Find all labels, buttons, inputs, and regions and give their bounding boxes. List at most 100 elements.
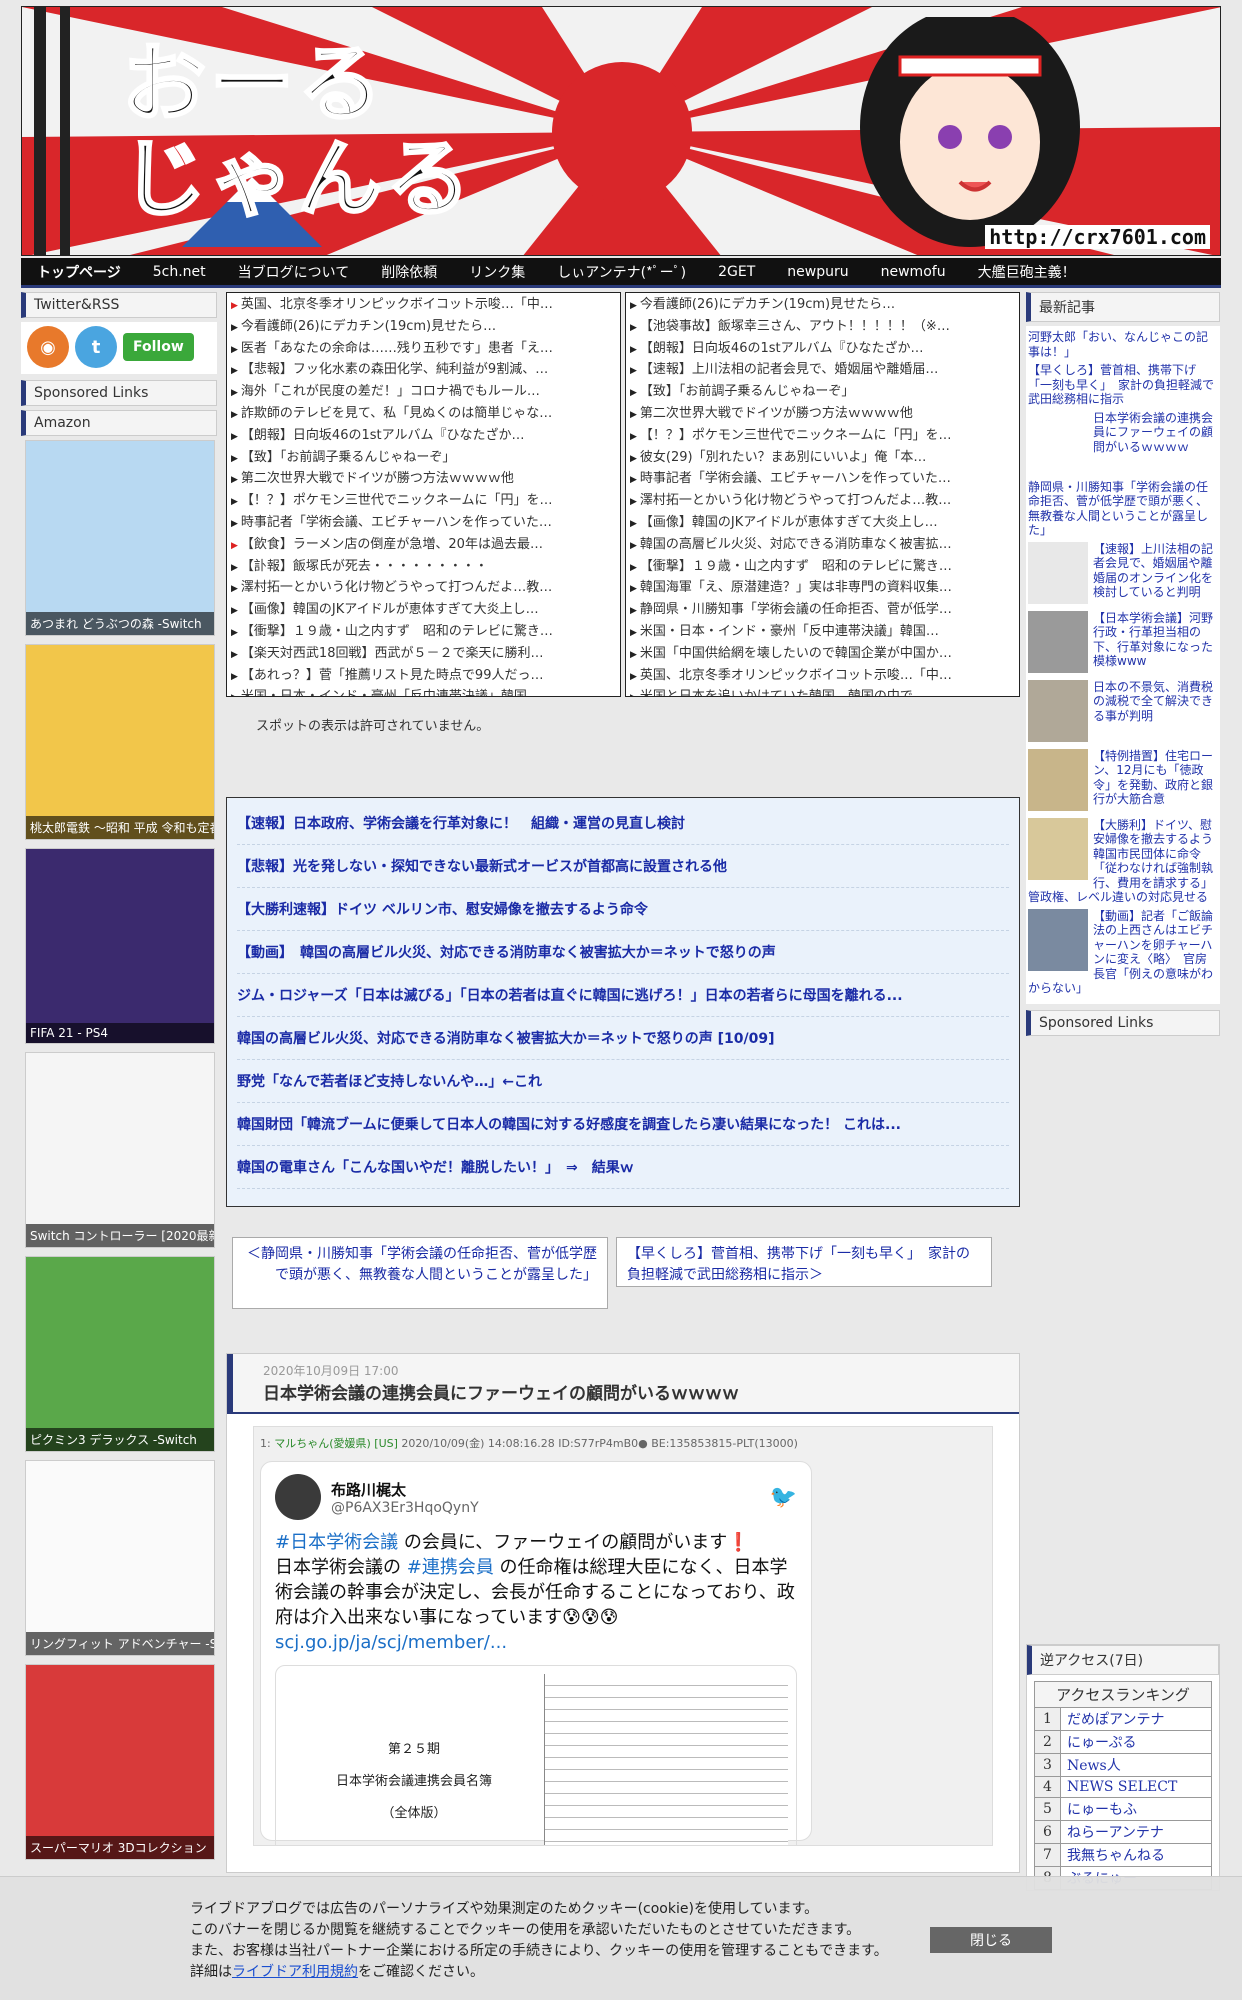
rss-headline-link[interactable]: ジム・ロジャーズ「日本は滅びる」「日本の若者は直ぐに韓国に逃げろ！」日本の若者ら… bbox=[237, 974, 1009, 1017]
new-article-link[interactable]: 【早くしろ】菅首相、携帯下げ「一刻も早く」 家計の負担軽減で武田総務相に指示 bbox=[1028, 363, 1214, 406]
new-article-item[interactable]: 【特例措置】住宅ローン、12月にも「徳政令」を発動、政府と銀行が大筋合意 bbox=[1028, 748, 1218, 814]
nav-newmofu[interactable]: newmofu bbox=[865, 264, 962, 280]
rank-site-link[interactable]: だめぽアンテナ bbox=[1060, 1706, 1212, 1731]
amazon-product-caption[interactable]: 桃太郎電鉄 ～昭和 平成 令和も定番！～【早期購入特典】ファ bbox=[26, 816, 214, 839]
amazon-product-caption[interactable]: あつまれ どうぶつの森 -Switch bbox=[26, 612, 214, 635]
new-article-item[interactable]: 【速報】上川法相の記者会見で、婚姻届や離婚届のオンライン化を検討していると判明 bbox=[1028, 541, 1218, 607]
tweet-author-handle[interactable]: @P6AX3Er3HqoQynY bbox=[331, 1500, 479, 1516]
ranking-link[interactable]: 【訃報】飯塚氏が死去・・・・・・・・・ bbox=[231, 557, 616, 579]
amazon-product[interactable]: 桃太郎電鉄 ～昭和 平成 令和も定番！～【早期購入特典】ファ bbox=[25, 644, 215, 840]
ranking-link[interactable]: 海外「これが民度の差だ！」コロナ禍でもルール… bbox=[231, 382, 616, 404]
ranking-link[interactable]: 今看護師(26)にデカチン(19cm)見せたら… bbox=[630, 295, 1015, 317]
nav-newpuru[interactable]: newpuru bbox=[771, 264, 864, 280]
amazon-product-caption[interactable]: スーパーマリオ 3Dコレクション bbox=[26, 1836, 214, 1859]
new-article-link[interactable]: 静岡県・川勝知事「学術会議の任命拒否、菅が低学歴で頭が悪く、無教養な人間というこ… bbox=[1028, 480, 1208, 538]
ranking-link[interactable]: 【池袋事故】飯塚幸三さん、アウト！！！！！（※… bbox=[630, 317, 1015, 339]
ranking-link[interactable]: 【画像】韓国のJKアイドルが恵体すぎて大炎上し… bbox=[630, 513, 1015, 535]
ranking-link[interactable]: 【！？】ポケモン三世代でニックネームに「円」を… bbox=[630, 426, 1015, 448]
article-thumbnail[interactable] bbox=[1028, 908, 1088, 971]
amazon-product[interactable]: Switch コントローラー [2020最新] 無線 HD振動 小型6軸ジャイ bbox=[25, 1052, 215, 1248]
amazon-product-caption[interactable]: ピクミン3 デラックス -Switch bbox=[26, 1428, 214, 1451]
nav-top-page[interactable]: トップページ bbox=[21, 262, 137, 282]
cookie-close-button[interactable]: 閉じる bbox=[930, 1927, 1052, 1953]
rss-headline-link[interactable]: 【速報】日本政府、学術会議を行革対象に！ 組織・運営の見直し検討 bbox=[237, 802, 1009, 845]
rss-headline-link[interactable]: 韓国財団「韓流ブームに便乗して日本人の韓国に対する好感度を調査したら凄い結果にな… bbox=[237, 1103, 1009, 1146]
tweet-author-name[interactable]: 布路川梶太 bbox=[331, 1479, 479, 1500]
nav-5ch[interactable]: 5ch.net bbox=[137, 264, 222, 280]
article-title[interactable]: 日本学術会議の連携会員にファーウェイの顧問がいるｗｗｗｗ bbox=[263, 1379, 989, 1404]
new-article-item[interactable]: 日本の不景気、消費税の減税で全て解決できる事が判明 bbox=[1028, 679, 1218, 745]
site-header-banner[interactable]: おーる じゃんる http://crx7601.com bbox=[21, 6, 1221, 256]
twitter-bird-icon[interactable]: 🐦 bbox=[770, 1485, 797, 1510]
ranking-link[interactable]: 米国・日本・インド・豪州「反中連帯決議」韓国… bbox=[231, 687, 616, 696]
ranking-link[interactable]: 米国と日本を追いかけていた韓国、韓国の中で… bbox=[630, 687, 1015, 696]
ranking-link[interactable]: 英国、北京冬季オリンピックボイコット示唆…「中… bbox=[231, 295, 616, 317]
rank-site-link[interactable]: NEWS SELECT bbox=[1060, 1775, 1212, 1798]
tweet-attached-image[interactable]: 第２５期 日本学術会議連携会員名簿 （全体版） bbox=[275, 1665, 797, 1845]
amazon-product-caption[interactable]: Switch コントローラー [2020最新] 無線 HD振動 小型6軸ジャイ bbox=[26, 1224, 214, 1247]
twitter-follow-button[interactable]: Follow bbox=[123, 333, 194, 361]
new-article-link[interactable]: 【速報】上川法相の記者会見で、婚姻届や離婚届のオンライン化を検討していると判明 bbox=[1093, 542, 1213, 600]
ranking-link[interactable]: 彼女(29)「別れたい？まあ別にいいよ」俺「本… bbox=[630, 448, 1015, 470]
new-article-link[interactable]: 【特例措置】住宅ローン、12月にも「徳政令」を発動、政府と銀行が大筋合意 bbox=[1093, 749, 1213, 807]
rss-icon[interactable]: ◉ bbox=[27, 326, 69, 368]
ranking-link[interactable]: 詐欺師のテレビを見て、私「見ぬくのは簡単じゃな… bbox=[231, 404, 616, 426]
embedded-tweet[interactable]: 布路川梶太 @P6AX3Er3HqoQynY 🐦 #日本学術会議 の会員に、ファ… bbox=[260, 1461, 812, 1845]
new-article-item[interactable]: 【早くしろ】菅首相、携帯下げ「一刻も早く」 家計の負担軽減で武田総務相に指示 bbox=[1028, 363, 1218, 407]
new-article-link[interactable]: 【日本学術会議】河野行政・行革担当相の下、行革対象になった模様www bbox=[1093, 611, 1213, 669]
tweet-url-link[interactable]: scj.go.jp/ja/scj/member/... bbox=[275, 1632, 507, 1653]
new-article-item[interactable]: 【日本学術会議】河野行政・行革担当相の下、行革対象になった模様www bbox=[1028, 610, 1218, 676]
new-article-item[interactable]: 日本学術会議の連携会員にファーウェイの顧問がいるｗｗｗｗ bbox=[1028, 410, 1218, 476]
nav-shii-antenna[interactable]: しぃアンテナ(*ﾟーﾟ) bbox=[541, 262, 702, 282]
prev-article-link[interactable]: ＜静岡県・川勝知事「学術会議の任命拒否、菅が低学歴で頭が悪く、無教養な人間という… bbox=[232, 1237, 608, 1309]
new-article-item[interactable]: 【動画】記者「ご飯論法の上西さんはエビチャーハンを卵チャーハンに変え〈略〉 官房… bbox=[1028, 908, 1218, 996]
twitter-bird-icon[interactable]: t bbox=[75, 326, 117, 368]
ranking-link[interactable]: 【朗報】日向坂46の1stアルバム『ひなたざか… bbox=[630, 339, 1015, 361]
nav-about[interactable]: 当ブログについて bbox=[222, 262, 366, 282]
rss-headline-link[interactable]: 韓国の高層ビル火災、対応できる消防車なく被害拡大か＝ネットで怒りの声 [10/0… bbox=[237, 1017, 1009, 1060]
new-article-link[interactable]: 河野太郎「おい、なんじゃこの記事は！」 bbox=[1028, 330, 1208, 359]
ranking-link[interactable]: 【衝撃】１９歳・山之内すず 昭和のテレビに驚き… bbox=[231, 622, 616, 644]
ranking-link[interactable]: 【画像】韓国のJKアイドルが恵体すぎて大炎上し… bbox=[231, 600, 616, 622]
amazon-product-caption[interactable]: FIFA 21 - PS4 bbox=[26, 1023, 214, 1043]
next-article-link[interactable]: 【早くしろ】菅首相、携帯下げ「一刻も早く」 家計の負担軽減で武田総務相に指示＞ bbox=[616, 1237, 992, 1287]
avatar[interactable] bbox=[275, 1474, 321, 1520]
ranking-link[interactable]: 【飲食】ラーメン店の倒産が急増、20年は過去最… bbox=[231, 535, 616, 557]
rank-site-link[interactable]: にゅーもふ bbox=[1060, 1797, 1212, 1821]
ranking-link[interactable]: 【致】「お前調子乗るんじゃねーぞ」 bbox=[231, 448, 616, 470]
amazon-product-caption[interactable]: リングフィット アドベンチャー -Switch bbox=[26, 1632, 214, 1655]
livedoor-terms-link[interactable]: ライブドア利用規約 bbox=[232, 1964, 358, 1980]
rank-site-link[interactable]: ねらーアンテナ bbox=[1060, 1820, 1212, 1844]
nav-2get[interactable]: 2GET bbox=[702, 264, 771, 280]
ranking-link[interactable]: 【！？】ポケモン三世代でニックネームに「円」を… bbox=[231, 491, 616, 513]
article-thumbnail[interactable] bbox=[1028, 679, 1088, 742]
amazon-product[interactable]: リングフィット アドベンチャー -Switch bbox=[25, 1460, 215, 1656]
ranking-link[interactable]: 時事記者「学術会議、エビチャーハンを作っていた… bbox=[630, 469, 1015, 491]
hashtag-link[interactable]: #連携会員 bbox=[407, 1557, 494, 1578]
article-thumbnail[interactable] bbox=[1028, 410, 1088, 473]
ranking-link[interactable]: 【悲報】フッ化水素の森田化学、純利益が9割減、… bbox=[231, 360, 616, 382]
new-article-item[interactable]: 河野太郎「おい、なんじゃこの記事は！」 bbox=[1028, 330, 1218, 359]
rss-headline-link[interactable]: 【大勝利速報】ドイツ ベルリン市、慰安婦像を撤去するよう命令 bbox=[237, 888, 1009, 931]
nav-taikan[interactable]: 大艦巨砲主義！ bbox=[962, 262, 1092, 282]
new-article-item[interactable]: 【大勝利】ドイツ、慰安婦像を撤去するよう韓国市民団体に命令「従わなければ強制執行… bbox=[1028, 817, 1218, 905]
amazon-product[interactable]: ピクミン3 デラックス -Switch bbox=[25, 1256, 215, 1452]
ranking-link[interactable]: 英国、北京冬季オリンピックボイコット示唆…「中… bbox=[630, 666, 1015, 688]
ranking-link[interactable]: 澤村拓一とかいう化け物どうやって打つんだよ…教… bbox=[231, 578, 616, 600]
article-thumbnail[interactable] bbox=[1028, 748, 1088, 811]
new-article-link[interactable]: 日本学術会議の連携会員にファーウェイの顧問がいるｗｗｗｗ bbox=[1093, 411, 1213, 454]
rss-headline-link[interactable]: 韓国の電車さん「こんな国いやだ！離脱したい！」 ⇒ 結果ｗ bbox=[237, 1146, 1009, 1189]
ranking-link[interactable]: 【速報】上川法相の記者会見で、婚姻届や離婚届… bbox=[630, 360, 1015, 382]
ranking-link[interactable]: 医者「あなたの余命は……残り五秒です」患者「え… bbox=[231, 339, 616, 361]
ranking-link[interactable]: 韓国の高層ビル火災、対応できる消防車なく被害拡… bbox=[630, 535, 1015, 557]
amazon-product[interactable]: スーパーマリオ 3Dコレクション bbox=[25, 1664, 215, 1860]
ranking-link[interactable]: 第二次世界大戦でドイツが勝つ方法ｗｗｗｗ他 bbox=[630, 404, 1015, 426]
rss-headline-link[interactable]: 【悲報】光を発しない・探知できない最新式オービスが首都高に設置される他 bbox=[237, 845, 1009, 888]
ranking-link[interactable]: 【朗報】日向坂46の1stアルバム『ひなたざか… bbox=[231, 426, 616, 448]
nav-links[interactable]: リンク集 bbox=[453, 262, 541, 282]
article-thumbnail[interactable] bbox=[1028, 610, 1088, 673]
amazon-product[interactable]: あつまれ どうぶつの森 -Switch bbox=[25, 440, 215, 636]
rank-site-link[interactable]: 我無ちゃんねる bbox=[1060, 1843, 1212, 1867]
ranking-link[interactable]: 【致】「お前調子乗るんじゃねーぞ」 bbox=[630, 382, 1015, 404]
rss-headline-link[interactable]: 【動画】 韓国の高層ビル火災、対応できる消防車なく被害拡大か＝ネットで怒りの声 bbox=[237, 931, 1009, 974]
